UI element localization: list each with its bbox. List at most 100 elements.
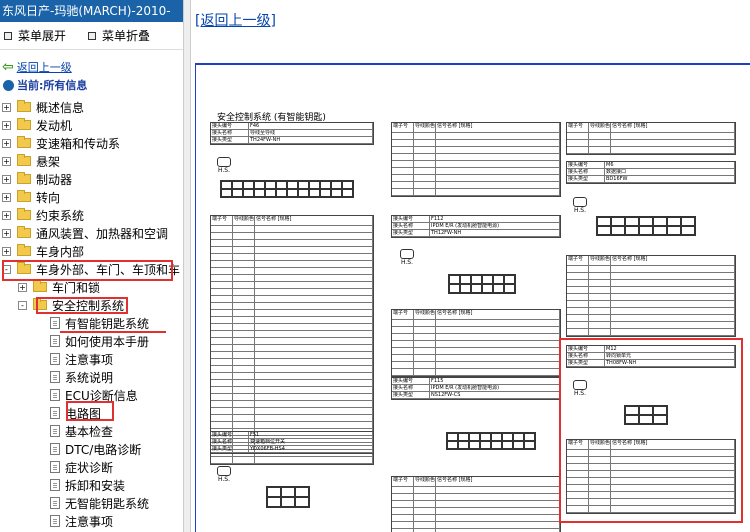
tree-item-label: 变速箱和传动系 [36,136,121,151]
tree-item-label: 转向 [36,190,61,205]
expand-node-icon[interactable]: + [2,138,11,148]
collapse-menu-label: 菜单折叠 [102,29,151,43]
expand-node-icon[interactable]: + [2,102,11,112]
tree-item[interactable]: + 约束系统 [0,206,180,224]
document-icon [50,317,60,329]
current-scope-label: 当前:所有信息 [17,79,88,92]
tree-item-label: 系统说明 [65,370,114,385]
tree-item-label: 注意事项 [65,352,114,367]
document-icon [50,407,60,419]
document-icon [50,353,60,365]
window-title: 东风日产-玛驰(MARCH)-2010- [0,0,183,22]
connector-info-table: 接头编号 F46 接头名称 导线至导线 接头类型 TH24FW-NH [210,122,374,145]
document-icon [50,389,60,401]
expand-node-icon[interactable]: + [2,228,11,238]
tree-item-label: 制动器 [36,172,73,187]
highlight-body-exterior [2,260,173,281]
tree-item-label: 症状诊断 [65,460,114,475]
expand-node-icon[interactable]: + [2,174,11,184]
tree-item[interactable]: + 通风装置、加热器和空调 [0,224,180,242]
tree-item[interactable]: 有智能钥匙系统 [0,314,180,332]
folder-icon [17,226,31,238]
connector-face-icon [446,432,536,450]
tree-item[interactable]: 基本检查 [0,422,180,440]
highlight-m12-connector [559,338,743,523]
hs-connector-icon: H.S. [212,157,236,179]
tree-item-label: 约束系统 [36,208,85,223]
folder-icon [17,100,31,112]
hs-connector-icon: H.S. [395,249,419,271]
tree-item[interactable]: + 制动器 [0,170,180,188]
expand-menu-button[interactable]: 菜单展开 [0,27,66,44]
tree-item[interactable]: + 车身内部 [0,242,180,260]
document-icon [50,443,60,455]
connector-face-icon [596,216,696,236]
nav-tree: + 概述信息 + 发动机 + 变速箱和传动系 + 悬架 + 制动器 + 转向 + 约束系统 + 通风装置、加热… [0,98,180,530]
pin-table: 端子号 导线颜色 信号名称 [规格] [391,309,561,377]
tree-item-label: 通风装置、加热器和空调 [36,226,169,241]
tree-item[interactable]: 如何使用本手册 [0,332,180,350]
tree-item-label: 悬架 [36,154,61,169]
expand-node-icon[interactable]: + [2,156,11,166]
tree-item[interactable]: 拆卸和安装 [0,476,180,494]
document-icon [50,335,60,347]
folder-icon [17,190,31,202]
pin-table: 端子号 导线颜色 信号名称 [规格] [566,255,736,337]
back-row[interactable]: ⇦ 返回上一级 [0,58,183,76]
highlight-security-system [36,297,128,314]
hs-connector-icon: H.S. [568,197,592,219]
tree-item-label: 拆卸和安装 [65,478,126,493]
expand-icon [4,31,12,40]
tree-item[interactable]: DTC/电路诊断 [0,440,180,458]
tree-item[interactable]: 无智能钥匙系统 [0,494,180,512]
connector-info-table: 接头编号 F51 接头名称 变速箱档位开关 接头类型 YDX06FB-HS4 [210,431,374,454]
tree-item[interactable]: + 变速箱和传动系 [0,134,180,152]
pin-table: 端子号 导线颜色 信号名称 [规格] [391,122,561,197]
folder-icon [17,154,31,166]
tree-item-label: 基本检查 [65,424,114,439]
document-icon [50,461,60,473]
tree-item-label: 有智能钥匙系统 [65,316,150,331]
sidebar-scrollbar[interactable] [183,0,191,532]
document-icon [50,479,60,491]
expand-node-icon[interactable]: + [18,282,27,292]
collapse-menu-button[interactable]: 菜单折叠 [84,27,150,44]
folder-icon [33,280,47,292]
pin-table: 端子号 导线颜色 信号名称 [规格] [391,476,561,532]
folder-icon [17,118,31,130]
folder-icon [17,136,31,148]
connector-face-icon [448,274,516,294]
tree-item[interactable]: 系统说明 [0,368,180,386]
collapse-icon [88,31,97,40]
back-top-link[interactable]: [返回上一级] [195,10,276,30]
back-arrow-icon: ⇦ [2,59,14,75]
current-scope: 当前:所有信息 [0,76,183,94]
connector-face-icon [220,180,354,198]
content-pane: [返回上一级] 安全控制系统 (有智能钥匙) 接头编号 F46 接头名称 导线至导线接… [191,0,750,532]
menu-bar: 菜单展开 菜单折叠 [0,22,183,50]
tree-item[interactable]: + 概述信息 [0,98,180,116]
pin-table: 端子号 导线颜色 信号名称 [规格] [210,215,374,465]
expand-node-icon[interactable]: + [2,192,11,202]
tree-item[interactable]: 注意事项 [0,350,180,368]
expand-node-icon[interactable]: + [2,246,11,256]
tree-item-label: 无智能钥匙系统 [65,496,150,511]
expand-node-icon[interactable]: + [2,120,11,130]
tree-item[interactable]: 注意事项 [0,512,180,530]
document-icon [50,425,60,437]
tree-item[interactable]: 症状诊断 [0,458,180,476]
collapse-node-icon[interactable]: - [18,300,27,310]
folder-icon [17,172,31,184]
globe-icon [3,79,14,91]
expand-menu-label: 菜单展开 [18,29,67,43]
connector-info-table: 接头编号 M6 接头名称 数据接口 接头类型 BD16FW [566,161,736,184]
expand-node-icon[interactable]: + [2,210,11,220]
document-icon [50,497,60,509]
connector-info-table: 接头编号 F112 接头名称 IPDM E/R (发动机舱智能电源) 接头类型 TH12F… [391,215,561,238]
sidebar: 东风日产-玛驰(MARCH)-2010- 菜单展开 菜单折叠 ⇦ 返回上一级 当… [0,0,183,532]
tree-item[interactable]: + 转向 [0,188,180,206]
back-link[interactable]: 返回上一级 [17,59,72,75]
highlight-smart-key [60,331,166,333]
tree-item[interactable]: + 发动机 [0,116,180,134]
tree-item[interactable]: + 悬架 [0,152,180,170]
